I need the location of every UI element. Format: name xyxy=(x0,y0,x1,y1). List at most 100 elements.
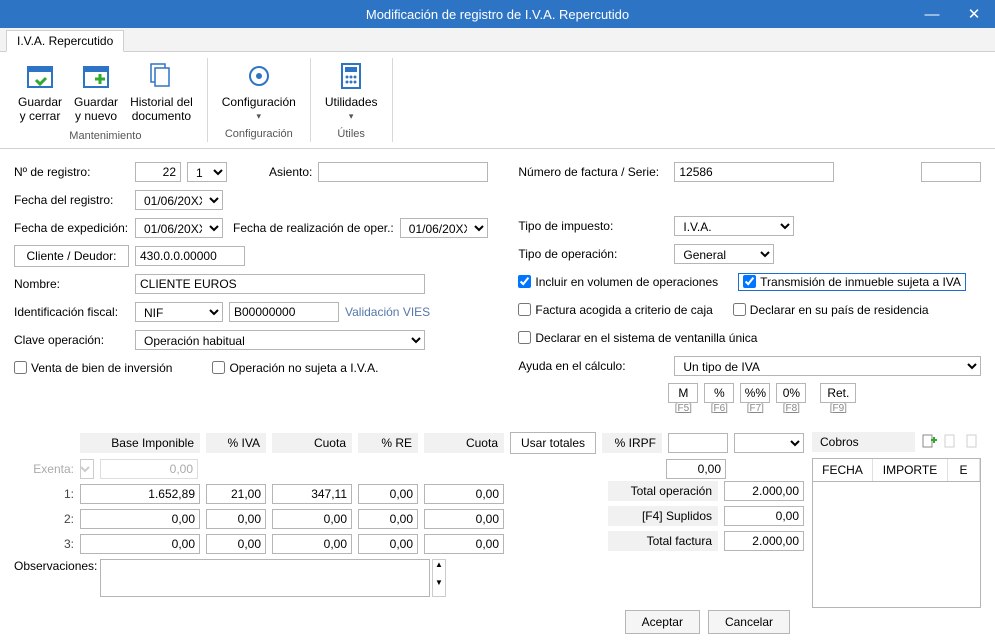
criterio-caja-checkbox[interactable]: Factura acogida a criterio de caja xyxy=(518,303,712,317)
cuota-input[interactable] xyxy=(272,509,352,529)
delete-cobro-icon[interactable] xyxy=(965,434,981,450)
m-button[interactable]: M xyxy=(668,383,698,403)
clave-select[interactable]: Operación habitual xyxy=(135,330,425,350)
declarar-pais-checkbox[interactable]: Declarar en su país de residencia xyxy=(733,303,929,317)
base-input[interactable] xyxy=(80,484,200,504)
obs-scroll-down[interactable]: ▼ xyxy=(433,578,445,596)
cobros-table[interactable]: FECHA IMPORTE E xyxy=(812,458,981,608)
suplidos-value[interactable] xyxy=(724,506,804,526)
cliente-button[interactable]: Cliente / Deudor: xyxy=(14,245,129,267)
calendar-new-icon xyxy=(80,60,112,92)
config-button[interactable]: Configuración ▾ xyxy=(216,58,302,124)
cuota2-input[interactable] xyxy=(424,509,504,529)
exenta-label: Exenta: xyxy=(14,462,74,476)
fecha-oper-input[interactable]: 01/06/20XX xyxy=(400,218,488,238)
ribbon-group-maintenance: Mantenimiento xyxy=(69,130,141,142)
id-fiscal-num-input[interactable] xyxy=(229,302,339,322)
op-no-sujeta-checkbox[interactable]: Operación no sujeta a I.V.A. xyxy=(212,361,378,375)
usar-totales-button[interactable]: Usar totales xyxy=(510,432,596,454)
f7-hint: [F7] xyxy=(747,403,764,414)
cobros-panel: Cobros FECHA IMPORTE E xyxy=(812,432,981,644)
fecha-exp-input[interactable]: 01/06/20XX xyxy=(135,218,223,238)
irpf-amount[interactable] xyxy=(666,459,726,479)
observaciones-input[interactable] xyxy=(100,559,430,597)
row-label: 2: xyxy=(14,512,74,526)
chevron-down-icon: ▾ xyxy=(349,111,354,122)
re-input[interactable] xyxy=(358,484,418,504)
f8-hint: [F8] xyxy=(783,403,800,414)
close-button[interactable]: ✕ xyxy=(953,0,995,28)
incluir-vol-checkbox[interactable]: Incluir en volumen de operaciones xyxy=(518,275,718,289)
fecha-reg-input[interactable]: 01/06/20XX xyxy=(135,190,223,210)
re-input[interactable] xyxy=(358,509,418,529)
transm-checkbox[interactable]: Transmisión de inmueble sujeta a IVA xyxy=(738,273,966,291)
aceptar-button[interactable]: Aceptar xyxy=(625,610,700,634)
ventanilla-checkbox[interactable]: Declarar en el sistema de ventanilla úni… xyxy=(518,331,757,345)
irpf-select[interactable] xyxy=(734,433,804,453)
ayuda-select[interactable]: Un tipo de IVA xyxy=(674,356,981,376)
ribbon-group-config: Configuración xyxy=(225,128,293,140)
cobros-col-fecha: FECHA xyxy=(813,459,873,481)
form-right: Número de factura / Serie: Tipo de impue… xyxy=(518,161,981,420)
save-close-button[interactable]: Guardar y cerrar xyxy=(12,58,68,126)
asiento-input[interactable] xyxy=(318,162,488,182)
id-fiscal-tipo-select[interactable]: NIF xyxy=(135,302,223,322)
exenta-dropdown[interactable] xyxy=(80,459,94,479)
history-button[interactable]: Historial del documento xyxy=(124,58,199,126)
cuota-input[interactable] xyxy=(272,534,352,554)
cancelar-button[interactable]: Cancelar xyxy=(708,610,790,634)
iva-input[interactable] xyxy=(206,509,266,529)
venta-bien-checkbox[interactable]: Venta de bien de inversión xyxy=(14,361,172,375)
gear-icon xyxy=(243,60,275,92)
edit-cobro-icon[interactable] xyxy=(943,434,959,450)
iva-input[interactable] xyxy=(206,534,266,554)
utilities-button[interactable]: Utilidades ▾ xyxy=(319,58,384,124)
base-input[interactable] xyxy=(80,534,200,554)
pct-button[interactable]: % xyxy=(704,383,734,403)
ret-button[interactable]: Ret. xyxy=(820,383,856,403)
total-op-value[interactable] xyxy=(724,481,804,501)
tipo-op-select[interactable]: General xyxy=(674,244,774,264)
obs-scroll-up[interactable]: ▲ xyxy=(433,560,445,578)
cuota-input[interactable] xyxy=(272,484,352,504)
vies-link[interactable]: Validación VIES xyxy=(345,305,430,319)
re-input[interactable] xyxy=(358,534,418,554)
tipo-imp-label: Tipo de impuesto: xyxy=(518,219,668,233)
nregistro-label: Nº de registro: xyxy=(14,165,129,179)
tipo-op-label: Tipo de operación: xyxy=(518,247,668,261)
pctpct-button[interactable]: %% xyxy=(740,383,770,403)
nregistro-sub-select[interactable]: 1 xyxy=(187,162,227,182)
calendar-save-icon xyxy=(24,60,56,92)
tab-iva-repercutido[interactable]: I.V.A. Repercutido xyxy=(6,30,124,52)
f6-hint: [F6] xyxy=(711,403,728,414)
fecha-oper-label: Fecha de realización de oper.: xyxy=(233,221,394,235)
obs-label: Observaciones: xyxy=(14,559,94,600)
cuota2-input[interactable] xyxy=(424,534,504,554)
f5-hint: [F5] xyxy=(675,403,692,414)
titlebar: Modificación de registro de I.V.A. Reper… xyxy=(0,0,995,28)
serie-input[interactable] xyxy=(921,162,981,182)
cuota2-input[interactable] xyxy=(424,484,504,504)
col-re: % RE xyxy=(358,433,418,453)
nombre-input[interactable] xyxy=(135,274,425,294)
nregistro-input[interactable] xyxy=(135,162,181,182)
fecha-exp-label: Fecha de expedición: xyxy=(14,221,129,235)
irpf-input[interactable] xyxy=(668,433,728,453)
tab-strip: I.V.A. Repercutido xyxy=(0,28,995,52)
base-input[interactable] xyxy=(80,509,200,529)
cliente-input[interactable] xyxy=(135,246,245,266)
row-label: 1: xyxy=(14,487,74,501)
iva-input[interactable] xyxy=(206,484,266,504)
cobros-col-e: E xyxy=(948,459,980,481)
ribbon-group-util: Útiles xyxy=(337,128,365,140)
col-cuota: Cuota xyxy=(272,433,352,453)
add-cobro-icon[interactable] xyxy=(921,434,937,450)
total-fact-value[interactable] xyxy=(724,531,804,551)
cobros-title: Cobros xyxy=(812,432,915,452)
tipo-imp-select[interactable]: I.V.A. xyxy=(674,216,794,236)
zero-pct-button[interactable]: 0% xyxy=(776,383,806,403)
save-new-button[interactable]: Guardar y nuevo xyxy=(68,58,124,126)
exenta-base[interactable] xyxy=(100,459,198,479)
minimize-button[interactable]: — xyxy=(911,0,953,28)
num-fact-input[interactable] xyxy=(674,162,834,182)
